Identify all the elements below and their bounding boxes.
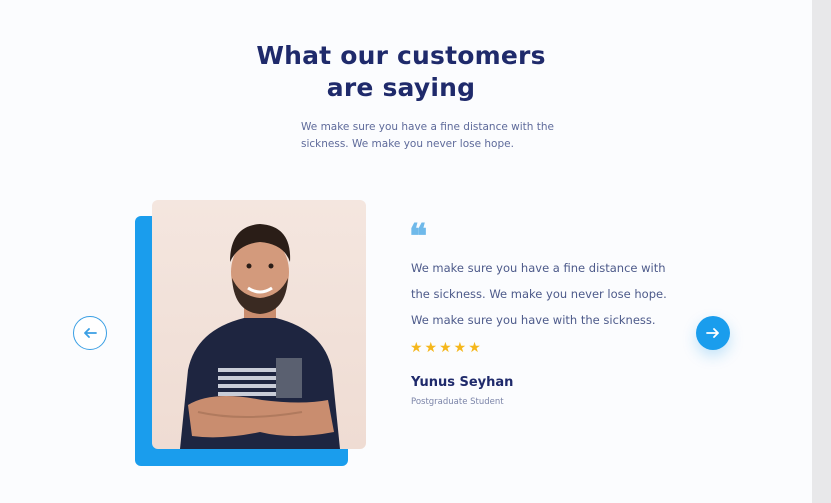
- testimonial-quote: We make sure you have a fine distance wi…: [411, 261, 667, 327]
- section-title: What our customers are saying: [0, 40, 802, 104]
- arrow-left-icon: [84, 328, 97, 338]
- arrow-right-icon: [706, 328, 719, 338]
- customer-portrait-illustration: [180, 224, 340, 449]
- section-title-line1: What our customers: [256, 41, 546, 70]
- prev-button[interactable]: [73, 316, 107, 350]
- section-title-line2: are saying: [326, 73, 476, 102]
- customer-photo: [152, 200, 366, 449]
- next-button[interactable]: [696, 316, 730, 350]
- rating-stars: ★★★★★: [410, 340, 483, 356]
- quote-icon: ❝: [409, 217, 428, 257]
- scrollbar[interactable]: [812, 0, 831, 503]
- page-background: What our customers are saying We make su…: [0, 0, 812, 503]
- section-subtitle: We make sure you have a fine distance wi…: [301, 121, 554, 150]
- customer-name: Yunus Seyhan: [411, 375, 514, 390]
- customer-role: Postgraduate Student: [411, 397, 504, 407]
